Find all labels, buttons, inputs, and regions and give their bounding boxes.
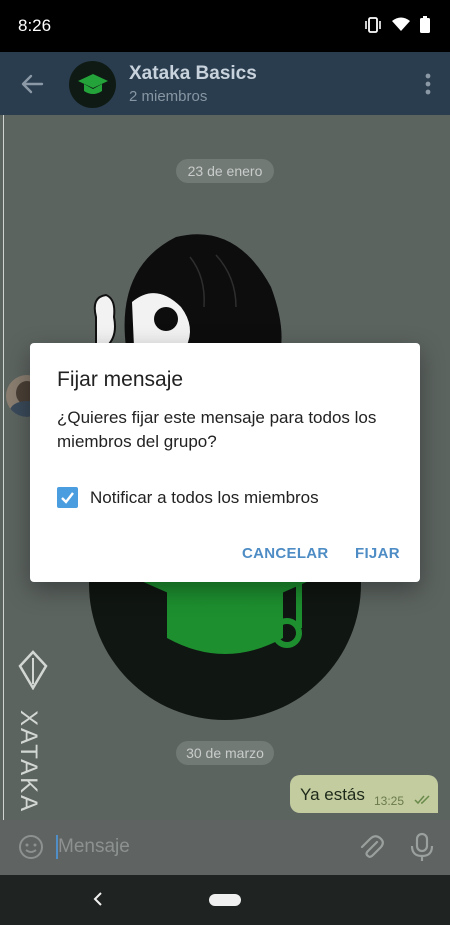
message-text: Ya estás	[300, 785, 365, 804]
chat-header: Xataka Basics 2 miembros	[0, 52, 450, 115]
status-time: 8:26	[18, 16, 52, 35]
chat-subtitle: 2 miembros	[129, 88, 208, 105]
notify-all-label[interactable]: Notificar a todos los miembros	[90, 488, 319, 508]
system-nav-bar	[0, 875, 450, 925]
xataka-logo-icon	[18, 650, 48, 690]
home-pill[interactable]	[209, 894, 241, 906]
outgoing-message[interactable]: Ya estás 13:25	[290, 775, 438, 813]
pin-message-dialog: Fijar mensaje ¿Quieres fijar este mensaj…	[30, 343, 420, 582]
back-arrow-icon[interactable]	[18, 70, 46, 98]
dialog-title: Fijar mensaje	[57, 368, 184, 391]
message-input-bar: Mensaje	[0, 820, 450, 875]
message-input[interactable]: Mensaje	[58, 836, 130, 858]
status-icons	[364, 16, 430, 33]
message-time: 13:25	[374, 794, 405, 808]
more-options-icon[interactable]	[424, 72, 432, 96]
date-separator: 23 de enero	[176, 159, 274, 183]
status-bar: 8:26	[0, 0, 450, 52]
checkmark-icon	[61, 492, 74, 504]
emoji-icon[interactable]	[18, 834, 44, 860]
dialog-body: ¿Quieres fijar este mensaje para todos l…	[57, 408, 377, 451]
microphone-icon[interactable]	[408, 832, 436, 862]
graduation-cap-icon	[77, 73, 108, 94]
pin-button[interactable]: FIJAR	[355, 545, 400, 562]
cancel-button[interactable]: CANCELAR	[242, 545, 329, 562]
attach-icon[interactable]	[357, 833, 385, 861]
chat-title[interactable]: Xataka Basics	[129, 63, 257, 85]
wifi-icon	[392, 17, 410, 31]
date-separator: 30 de marzo	[176, 741, 274, 765]
group-avatar[interactable]	[69, 61, 116, 108]
battery-icon	[420, 16, 430, 33]
sticker-character[interactable]	[86, 227, 286, 347]
nav-back-icon[interactable]	[88, 889, 108, 909]
notify-all-checkbox[interactable]	[57, 487, 78, 508]
double-check-icon	[414, 795, 430, 805]
watermark-line	[3, 115, 4, 910]
vibrate-icon	[365, 16, 381, 33]
